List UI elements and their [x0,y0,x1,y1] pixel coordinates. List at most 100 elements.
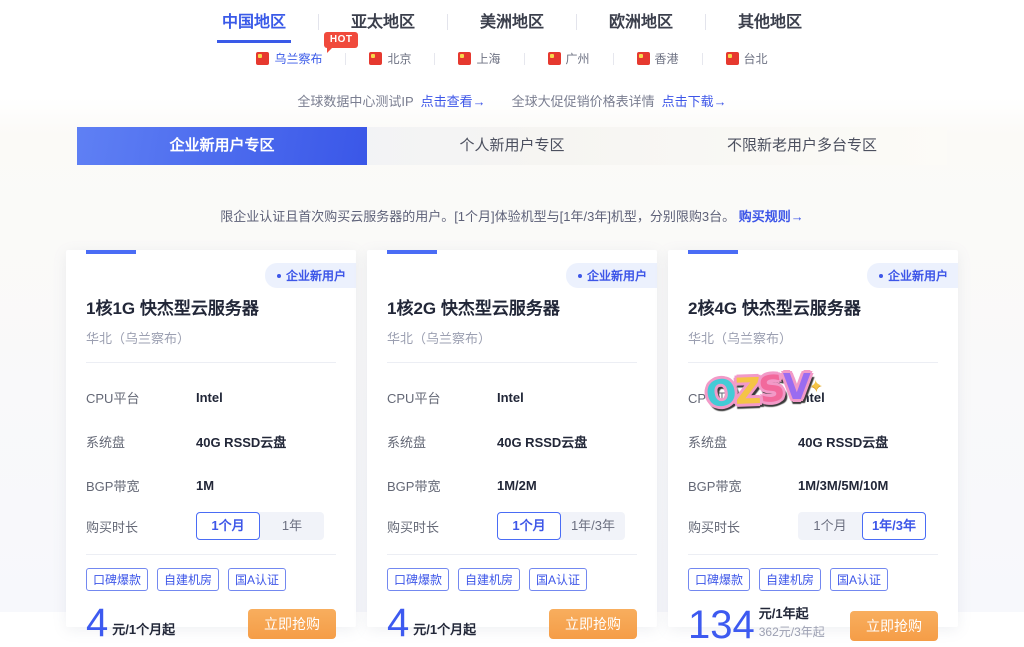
divider [613,53,614,65]
view-link[interactable]: 点击查看→ [421,91,486,110]
price-unit: 元/1个月起 [112,619,175,638]
spec-label: 系统盘 [86,432,196,451]
price-meta: 元/1个月起 [413,619,476,643]
city-tab-hongkong[interactable]: 香港 [637,46,679,71]
product-region: 华北（乌兰察布） [387,328,637,347]
spec-value: 1M/3M/5M/10M [798,478,888,493]
spec-row-bandwidth: BGP带宽 1M/2M [387,476,637,495]
city-tab-guangzhou[interactable]: 广州 [548,46,590,71]
china-flag-icon [726,52,739,65]
china-flag-icon [458,52,471,65]
tag-popular: 口碑爆款 [688,568,750,591]
spec-value: Intel [196,390,223,405]
tab-unlimited-multi[interactable]: 不限新老用户多台专区 [657,127,947,165]
city-tab-wulanchabu[interactable]: 乌兰察布 HOT [256,46,322,71]
divider [86,362,336,363]
divider [688,362,938,363]
price-amount: 4 [387,603,409,643]
duration-label: 购买时长 [387,517,497,536]
spec-row-bandwidth: BGP带宽 1M [86,476,336,495]
city-label: 乌兰察布 [274,50,322,67]
price-unit: 元/1个月起 [413,619,476,638]
price: 134 元/1年起 362元/3年起 [688,603,825,645]
tab-enterprise-new-user[interactable]: 企业新用户专区 [77,127,367,165]
duration-selector: 1个月 1年/3年 [798,512,926,540]
duration-row: 购买时长 1个月 1年/3年 [387,512,637,540]
tab-personal-new-user[interactable]: 个人新用户专区 [367,127,657,165]
city-label: 北京 [387,50,411,67]
divider [524,53,525,65]
spec-label: CPU平台 [387,388,497,407]
buy-now-button[interactable]: 立即抢购 [850,611,938,641]
duration-option-1year[interactable]: 1年 [260,512,324,540]
tag-own-datacenter: 自建机房 [759,568,821,591]
badge-label: 企业新用户 [587,267,647,284]
spec-value: 1M [196,478,214,493]
spec-value: 40G RSSD云盘 [798,432,888,451]
china-flag-icon [256,52,269,65]
price: 4 元/1个月起 [86,603,175,643]
divider [447,14,448,30]
duration-row: 购买时长 1个月 1年 [86,512,336,540]
duration-label: 购买时长 [86,517,196,536]
buy-now-button[interactable]: 立即抢购 [248,609,336,639]
spec-label: BGP带宽 [387,476,497,495]
tag-certified: 国A认证 [830,568,888,591]
spec-value: 40G RSSD云盘 [497,432,587,451]
spec-value: 1M/2M [497,478,537,493]
duration-option-1month[interactable]: 1个月 [196,512,260,540]
city-tab-beijing[interactable]: 北京 [369,46,411,71]
download-link[interactable]: 点击下载→ [662,91,727,110]
duration-option-1-3year[interactable]: 1年/3年 [561,512,625,540]
spec-label: CPU平台 [688,388,798,407]
city-label: 上海 [476,50,500,67]
city-tab-taipei[interactable]: 台北 [726,46,768,71]
product-title: 1核1G 快杰型云服务器 [86,294,336,319]
tag-certified: 国A认证 [228,568,286,591]
china-flag-icon [369,52,382,65]
tag-own-datacenter: 自建机房 [458,568,520,591]
badge-label: 企业新用户 [888,267,948,284]
divider [86,554,336,555]
hot-badge: HOT [324,32,359,48]
price-meta: 元/1年起 362元/3年起 [759,603,825,645]
divider [702,53,703,65]
duration-option-1month[interactable]: 1个月 [798,512,862,540]
tag-certified: 国A认证 [529,568,587,591]
duration-option-1month[interactable]: 1个月 [497,512,561,540]
dot-icon [879,274,883,278]
spec-label: BGP带宽 [688,476,798,495]
enterprise-user-badge: 企业新用户 [566,263,657,288]
tag-popular: 口碑爆款 [86,568,148,591]
price-unit: 元/1年起 [759,603,825,622]
card-accent-bar [387,250,437,254]
duration-option-1-3year[interactable]: 1年/3年 [862,512,926,540]
pricing-card-2c4g: 企业新用户 2核4G 快杰型云服务器 华北（乌兰察布） CPU平台 Intel … [668,250,958,627]
tag-row: 口碑爆款 自建机房 国A认证 [86,568,336,591]
divider [434,53,435,65]
region-tab-china[interactable]: 中国地区 [217,8,291,43]
duration-row: 购买时长 1个月 1年/3年 [688,512,938,540]
duration-label: 购买时长 [688,517,798,536]
city-label: 香港 [655,50,679,67]
divider [387,362,637,363]
divider [318,14,319,30]
region-tab-europe[interactable]: 欧洲地区 [604,8,678,43]
tag-row: 口碑爆款 自建机房 国A认证 [688,568,938,591]
product-region: 华北（乌兰察布） [688,328,938,347]
pricing-card-1c2g: 企业新用户 1核2G 快杰型云服务器 华北（乌兰察布） CPU平台 Intel … [367,250,657,627]
city-tab-shanghai[interactable]: 上海 [458,46,500,71]
region-tab-other[interactable]: 其他地区 [733,8,807,43]
spec-label: CPU平台 [86,388,196,407]
spec-value: Intel [497,390,524,405]
tag-popular: 口碑爆款 [387,568,449,591]
product-title: 2核4G 快杰型云服务器 [688,294,938,319]
duration-selector: 1个月 1年/3年 [497,512,625,540]
product-title: 1核2G 快杰型云服务器 [387,294,637,319]
spec-row-cpu: CPU平台 Intel [387,388,637,407]
purchase-rules-link[interactable]: 购买规则→ [739,209,804,224]
divider [705,14,706,30]
buy-now-button[interactable]: 立即抢购 [549,609,637,639]
region-tab-americas[interactable]: 美洲地区 [475,8,549,43]
spec-row-bandwidth: BGP带宽 1M/3M/5M/10M [688,476,938,495]
